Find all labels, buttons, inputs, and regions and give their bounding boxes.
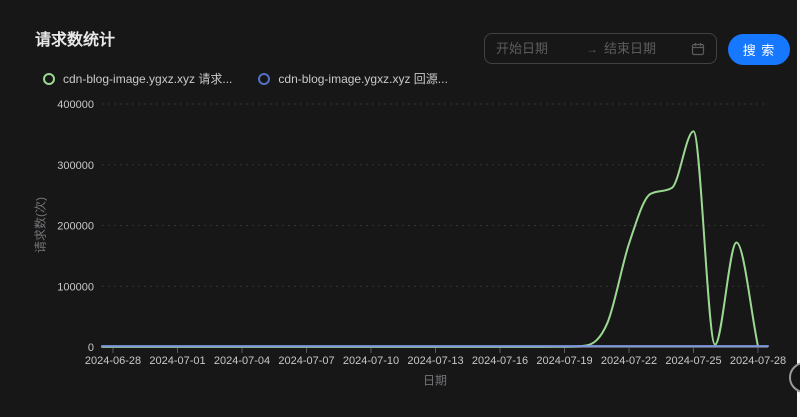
- svg-text:2024-07-19: 2024-07-19: [536, 355, 592, 367]
- svg-text:2024-06-28: 2024-06-28: [85, 355, 141, 367]
- svg-text:2024-07-13: 2024-07-13: [407, 355, 463, 367]
- legend-label: cdn-blog-image.ygxz.xyz 请求...: [63, 70, 232, 87]
- date-range-picker[interactable]: →: [484, 33, 717, 64]
- legend-circle-icon: [43, 73, 55, 85]
- svg-text:2024-07-07: 2024-07-07: [278, 355, 334, 367]
- svg-text:2024-07-01: 2024-07-01: [149, 355, 205, 367]
- svg-text:200000: 200000: [57, 221, 94, 233]
- svg-text:2024-07-16: 2024-07-16: [472, 355, 528, 367]
- start-date-input[interactable]: [496, 41, 580, 56]
- x-axis-title: 日期: [423, 372, 447, 389]
- calendar-icon[interactable]: [691, 42, 705, 56]
- legend-circle-icon: [258, 73, 270, 85]
- svg-text:100000: 100000: [57, 281, 94, 293]
- svg-text:0: 0: [88, 342, 94, 354]
- chart-legend: cdn-blog-image.ygxz.xyz 请求... cdn-blog-i…: [43, 70, 448, 87]
- y-axis-title: 请求数(次): [32, 197, 49, 253]
- svg-text:400000: 400000: [57, 99, 94, 111]
- end-date-input[interactable]: [604, 41, 688, 56]
- legend-item-origin[interactable]: cdn-blog-image.ygxz.xyz 回源...: [258, 70, 447, 87]
- svg-text:300000: 300000: [57, 160, 94, 172]
- legend-label: cdn-blog-image.ygxz.xyz 回源...: [278, 70, 447, 87]
- svg-text:2024-07-22: 2024-07-22: [601, 355, 657, 367]
- legend-item-requests[interactable]: cdn-blog-image.ygxz.xyz 请求...: [43, 70, 232, 87]
- search-button[interactable]: 搜 索: [728, 34, 790, 65]
- svg-text:2024-07-10: 2024-07-10: [343, 355, 399, 367]
- svg-text:2024-07-28: 2024-07-28: [730, 355, 786, 367]
- svg-text:2024-07-25: 2024-07-25: [665, 355, 721, 367]
- page-title: 请求数统计: [35, 26, 115, 50]
- svg-text:2024-07-04: 2024-07-04: [214, 355, 270, 367]
- arrow-right-icon: →: [586, 42, 598, 56]
